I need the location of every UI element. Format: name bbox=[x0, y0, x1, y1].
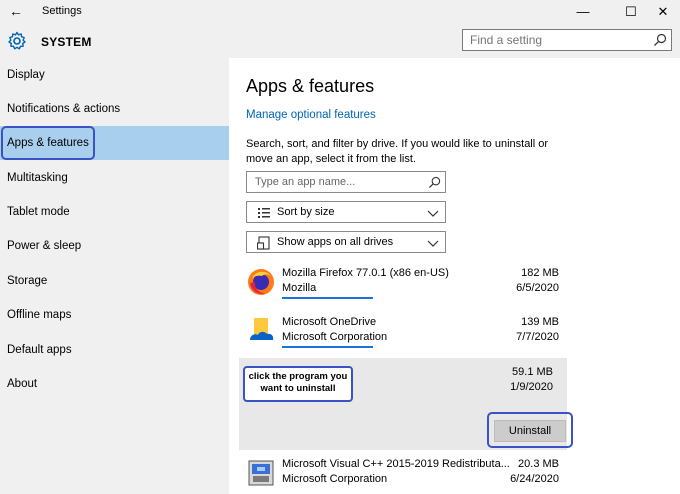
drive-icon bbox=[257, 236, 270, 250]
app-search-placeholder: Type an app name... bbox=[255, 176, 356, 188]
sidebar-item-default-apps[interactable]: Default apps bbox=[0, 333, 229, 367]
app-size: 59.1 MB bbox=[512, 366, 553, 378]
main-content: Apps & features Manage optional features… bbox=[229, 58, 680, 494]
search-icon[interactable] bbox=[428, 176, 441, 189]
app-name: Microsoft OneDrive bbox=[282, 316, 377, 328]
close-button[interactable]: ✕ bbox=[640, 0, 680, 24]
uninstall-button[interactable]: Uninstall bbox=[494, 420, 566, 442]
back-arrow-icon[interactable]: ← bbox=[8, 3, 24, 19]
sidebar-item-offline-maps[interactable]: Offline maps bbox=[0, 298, 229, 332]
minimize-button[interactable]: — bbox=[560, 0, 606, 24]
page-title: SYSTEM bbox=[41, 35, 92, 49]
section-title: Apps & features bbox=[246, 76, 375, 96]
drive-filter-dropdown[interactable]: Show apps on all drives bbox=[246, 231, 446, 253]
manage-optional-features-link[interactable]: Manage optional features bbox=[246, 109, 376, 121]
description-text: Search, sort, and filter by drive. If yo… bbox=[246, 138, 549, 165]
gear-icon bbox=[8, 31, 26, 50]
settings-header: SYSTEM bbox=[0, 24, 680, 58]
find-setting-input[interactable] bbox=[463, 30, 643, 50]
app-date: 6/5/2020 bbox=[516, 282, 559, 294]
installer-icon bbox=[248, 460, 274, 486]
app-size: 139 MB bbox=[521, 316, 559, 328]
sort-dropdown[interactable]: Sort by size bbox=[246, 201, 446, 223]
chevron-down-icon bbox=[427, 240, 439, 247]
app-list-item-firefox[interactable]: Mozilla Firefox 77.0.1 (x86 en-US) Mozil… bbox=[246, 263, 566, 307]
sidebar-item-storage[interactable]: Storage bbox=[0, 264, 229, 298]
window-title: Settings bbox=[42, 5, 82, 17]
app-date: 7/7/2020 bbox=[516, 331, 559, 343]
app-name: Microsoft Visual C++ 2015-2019 Redistrib… bbox=[282, 458, 510, 470]
app-size: 20.3 MB bbox=[518, 458, 559, 470]
app-size: 182 MB bbox=[521, 267, 559, 279]
title-bar: ← Settings — ☐ ✕ bbox=[0, 0, 680, 24]
app-publisher: Microsoft Corporation bbox=[282, 473, 388, 485]
uninstall-highlight: Uninstall bbox=[487, 412, 573, 448]
search-icon[interactable] bbox=[653, 33, 667, 47]
sidebar-item-tablet-mode[interactable]: Tablet mode bbox=[0, 195, 229, 229]
sidebar-item-about[interactable]: About bbox=[0, 367, 229, 401]
chevron-down-icon bbox=[427, 210, 439, 217]
drive-filter-label: Show apps on all drives bbox=[277, 236, 394, 248]
instruction-callout: click the program you want to uninstall bbox=[243, 366, 353, 402]
sort-label: Sort by size bbox=[277, 206, 335, 218]
sidebar: Display Notifications & actions Apps & f… bbox=[0, 58, 229, 494]
app-list-item-vcredist[interactable]: Microsoft Visual C++ 2015-2019 Redistrib… bbox=[246, 454, 566, 494]
size-bar bbox=[282, 297, 373, 299]
app-list-item-onedrive[interactable]: Microsoft OneDrive Microsoft Corporation… bbox=[246, 312, 566, 356]
onedrive-icon bbox=[250, 318, 274, 340]
app-date: 6/24/2020 bbox=[510, 473, 559, 485]
app-publisher: Microsoft Corporation bbox=[282, 331, 388, 343]
highlight-box bbox=[1, 126, 95, 160]
find-setting-search[interactable] bbox=[462, 29, 672, 51]
app-name: Mozilla Firefox 77.0.1 (x86 en-US) bbox=[282, 267, 449, 279]
sidebar-item-apps-features[interactable]: Apps & features bbox=[0, 126, 229, 160]
app-publisher: Mozilla bbox=[282, 282, 317, 294]
firefox-icon bbox=[248, 269, 274, 295]
sidebar-item-power-sleep[interactable]: Power & sleep bbox=[0, 229, 229, 263]
app-date: 1/9/2020 bbox=[510, 381, 553, 393]
sidebar-item-multitasking[interactable]: Multitasking bbox=[0, 161, 229, 195]
app-search-box[interactable]: Type an app name... bbox=[246, 171, 446, 193]
size-bar bbox=[282, 346, 373, 348]
sidebar-item-display[interactable]: Display bbox=[0, 58, 229, 92]
sidebar-item-notifications[interactable]: Notifications & actions bbox=[0, 92, 229, 126]
sort-icon bbox=[258, 208, 270, 218]
